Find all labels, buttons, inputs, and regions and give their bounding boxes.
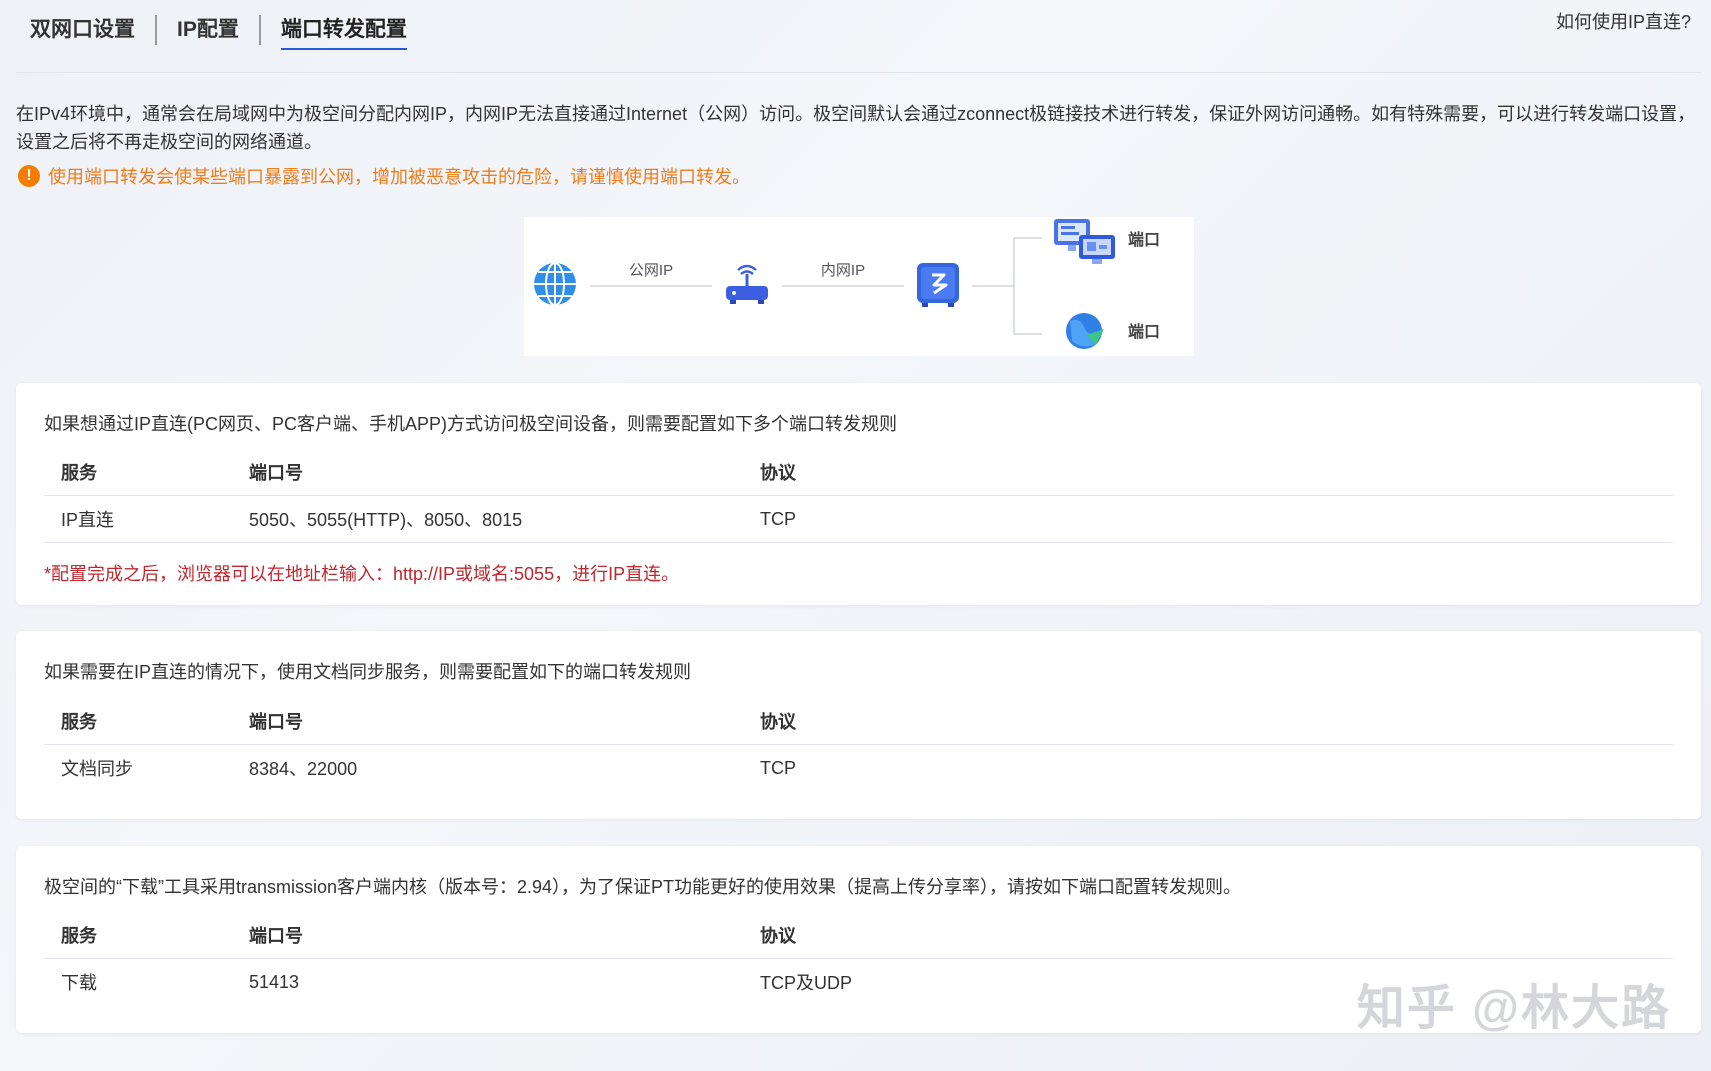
tab-ip-config[interactable]: IP配置 (157, 16, 259, 44)
browser-globe-icon (1066, 313, 1104, 349)
tab-port-forwarding[interactable]: 端口转发配置 (261, 16, 427, 50)
port-bottom-label: 端口 (1128, 322, 1160, 341)
router-icon (726, 264, 768, 304)
tab-bar: 双网口设置 IP配置 端口转发配置 (30, 12, 427, 50)
cell-port: 51413 (249, 971, 300, 992)
col-service: 服务 (61, 926, 97, 946)
port-top-label: 端口 (1128, 230, 1160, 249)
intro-text: 在IPv4环境中，通常会在局域网中为极空间分配内网IP，内网IP无法直接通过In… (16, 104, 1696, 152)
card-description: 如果需要在IP直连的情况下，使用文档同步服务，则需要配置如下的端口转发规则 (44, 662, 692, 682)
config-note: *配置完成之后，浏览器可以在地址栏输入：http://IP或域名:5055，进行… (44, 564, 680, 584)
col-protocol: 协议 (760, 463, 796, 483)
col-port: 端口号 (249, 463, 303, 483)
cell-port: 5050、5055(HTTP)、8050、8015 (249, 510, 523, 530)
table-header: 服务 端口号 协议 (44, 912, 1673, 959)
table-header: 服务 端口号 协议 (44, 449, 1673, 496)
table-header: 服务 端口号 协议 (44, 698, 1673, 745)
tab-dual-port[interactable]: 双网口设置 (30, 16, 155, 44)
col-protocol: 协议 (760, 926, 796, 946)
cell-protocol: TCP (760, 508, 796, 529)
card-doc-sync: 如果需要在IP直连的情况下，使用文档同步服务，则需要配置如下的端口转发规则 服务… (16, 631, 1701, 819)
card-description: 如果想通过IP直连(PC网页、PC客户端、手机APP)方式访问极空间设备，则需要… (44, 414, 898, 434)
diagram-svg: 公网IP 内网IP 端口 端口 (534, 219, 1160, 349)
nas-device-icon (917, 263, 959, 307)
table-row: 文档同步 8384、22000 TCP (44, 745, 1673, 791)
globe-icon (534, 262, 576, 306)
pc-clients-icon (1054, 219, 1115, 264)
watermark: 知乎 @林大路 (1356, 982, 1671, 1035)
cell-service: 下载 (61, 973, 97, 993)
cell-service: 文档同步 (61, 759, 133, 779)
card-description: 极空间的“下载”工具采用transmission客户端内核（版本号：2.94），… (44, 877, 1242, 897)
col-service: 服务 (61, 463, 97, 483)
warning-message: ! 使用端口转发会使某些端口暴露到公网，增加被恶意攻击的危险，请谨慎使用端口转发… (18, 163, 750, 189)
warning-text: 使用端口转发会使某些端口暴露到公网，增加被恶意攻击的危险，请谨慎使用端口转发。 (48, 167, 750, 187)
lan-ip-label: 内网IP (821, 262, 865, 279)
public-ip-label: 公网IP (629, 262, 673, 279)
divider (16, 72, 1701, 73)
help-link[interactable]: 如何使用IP直连? (1556, 8, 1691, 34)
network-diagram: 公网IP 内网IP 端口 端口 (524, 217, 1194, 356)
cell-service: IP直连 (61, 510, 115, 530)
cell-protocol: TCP及UDP (760, 973, 853, 993)
cell-port: 8384、22000 (249, 759, 358, 779)
table-row: IP直连 5050、5055(HTTP)、8050、8015 TCP (44, 496, 1673, 543)
col-service: 服务 (61, 712, 97, 732)
col-port: 端口号 (249, 712, 303, 732)
card-ip-direct: 如果想通过IP直连(PC网页、PC客户端、手机APP)方式访问极空间设备，则需要… (16, 383, 1701, 605)
warning-icon: ! (18, 165, 40, 187)
col-protocol: 协议 (760, 712, 796, 732)
cell-protocol: TCP (760, 757, 796, 778)
col-port: 端口号 (249, 926, 303, 946)
